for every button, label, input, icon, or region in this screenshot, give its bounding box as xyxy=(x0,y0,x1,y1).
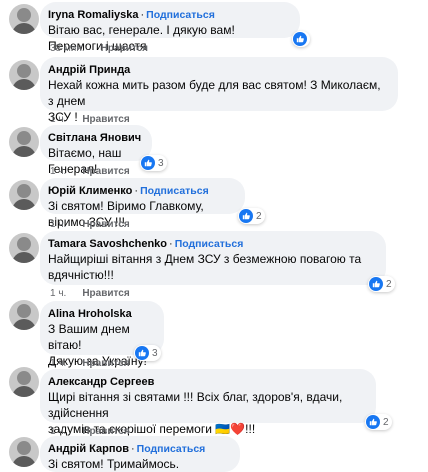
comment-meta: 38 мин. Нравится xyxy=(50,43,148,54)
reaction-badge[interactable]: 2 xyxy=(365,414,392,430)
comment-author[interactable]: Світлана Янович xyxy=(48,131,142,145)
follow-button[interactable]: Подписаться xyxy=(146,9,215,21)
reaction-count: 2 xyxy=(256,210,262,222)
comment-time[interactable]: 1 ч. xyxy=(50,166,66,177)
like-button[interactable]: Нравится xyxy=(82,288,129,299)
avatar[interactable] xyxy=(9,233,39,263)
like-reaction-icon xyxy=(366,415,380,429)
avatar[interactable] xyxy=(9,4,39,34)
like-reaction-icon xyxy=(135,346,149,360)
avatar[interactable] xyxy=(9,300,39,330)
follow-button[interactable]: Подписаться xyxy=(175,238,244,250)
like-button[interactable]: Нравится xyxy=(82,358,129,369)
comment-meta: 1 ч. Нравится xyxy=(50,166,130,177)
avatar[interactable] xyxy=(9,367,39,397)
comment-author[interactable]: Tamara Savoshchenko xyxy=(48,238,167,250)
separator-dot: · xyxy=(130,443,135,455)
comment-text: Найщиріші вітання з Днем ЗСУ з безмежною… xyxy=(48,252,362,266)
avatar[interactable] xyxy=(9,60,39,90)
comment-meta: 1 ч. Нравится xyxy=(50,114,130,125)
like-button[interactable]: Нравится xyxy=(82,114,129,125)
reaction-count: 2 xyxy=(383,416,389,428)
comment-author[interactable]: Alina Hroholska xyxy=(48,307,154,321)
reaction-badge[interactable]: 3 xyxy=(134,345,161,361)
comment-text: Щирі вітання зі святами !!! Всіх благ, з… xyxy=(48,390,343,420)
reaction-badge[interactable]: 2 xyxy=(238,208,265,224)
comment-bubble: Александр Сергеев Щирі вітання зі святам… xyxy=(40,369,376,436)
comment-bubble: Андрій Принда Нехай кожна мить разом буд… xyxy=(40,57,398,124)
reaction-badge[interactable] xyxy=(292,31,310,47)
comment-time[interactable]: 1 ч. xyxy=(50,358,66,369)
comment-bubble: Юрій Клименко · Подписаться Зі святом! Вір… xyxy=(40,178,245,229)
comment-author[interactable]: Александр Сергеев xyxy=(48,375,366,389)
separator-dot: · xyxy=(134,185,139,197)
comment-author[interactable]: Андрій Принда xyxy=(48,63,388,77)
like-button[interactable]: Нравится xyxy=(82,219,129,230)
comment-bubble: Iryna Romaliyska · Подписаться Вітаю вас, … xyxy=(40,2,300,53)
reaction-count: 2 xyxy=(386,278,392,290)
comment-time[interactable]: 1 ч. xyxy=(50,219,66,230)
comment-time[interactable]: 1 ч. xyxy=(50,114,66,125)
comment-bubble: Андрій Карпов · Подписаться Зі святом! Три… xyxy=(40,436,240,472)
comment-bubble: Tamara Savoshchenko · Подписаться Найщиріш… xyxy=(40,231,386,285)
comment-meta: 1 ч. Нравится xyxy=(50,219,130,230)
like-button[interactable]: Нравится xyxy=(101,43,148,54)
comment-time[interactable]: 1 ч. xyxy=(50,288,66,299)
like-reaction-icon xyxy=(239,209,253,223)
avatar[interactable] xyxy=(9,180,39,210)
reaction-badge[interactable]: 2 xyxy=(368,276,395,292)
comment-text: Зі святом! Тримаймось. xyxy=(48,457,180,471)
avatar[interactable] xyxy=(9,127,39,157)
comment-author[interactable]: Iryna Romaliyska xyxy=(48,9,139,21)
like-button[interactable]: Нравится xyxy=(82,166,129,177)
avatar[interactable] xyxy=(9,437,39,467)
like-reaction-icon xyxy=(369,277,383,291)
comment-time[interactable]: 38 мин. xyxy=(50,43,85,54)
comment-meta: 1 ч. Нравится xyxy=(50,288,130,299)
separator-dot: · xyxy=(169,238,173,250)
comment-author[interactable]: Андрій Карпов xyxy=(48,443,129,455)
separator-dot: · xyxy=(140,9,145,21)
follow-button[interactable]: Подписаться xyxy=(140,185,209,197)
comment-meta: 1 ч. Нравится xyxy=(50,358,130,369)
like-reaction-icon xyxy=(293,32,307,46)
follow-button[interactable]: Подписаться xyxy=(137,443,206,455)
comment-text: Нехай кожна мить разом буде для вас свят… xyxy=(48,78,381,108)
like-reaction-icon xyxy=(141,156,155,170)
reaction-count: 3 xyxy=(152,347,158,359)
comment-text: вдячністю!!! xyxy=(48,268,114,282)
reaction-badge[interactable]: 3 xyxy=(140,155,167,171)
reaction-count: 3 xyxy=(158,157,164,169)
comment-bubble: Світлана Янович Вітаємо, наш Генерал! xyxy=(40,125,152,176)
comment-author[interactable]: Юрій Клименко xyxy=(48,185,132,197)
